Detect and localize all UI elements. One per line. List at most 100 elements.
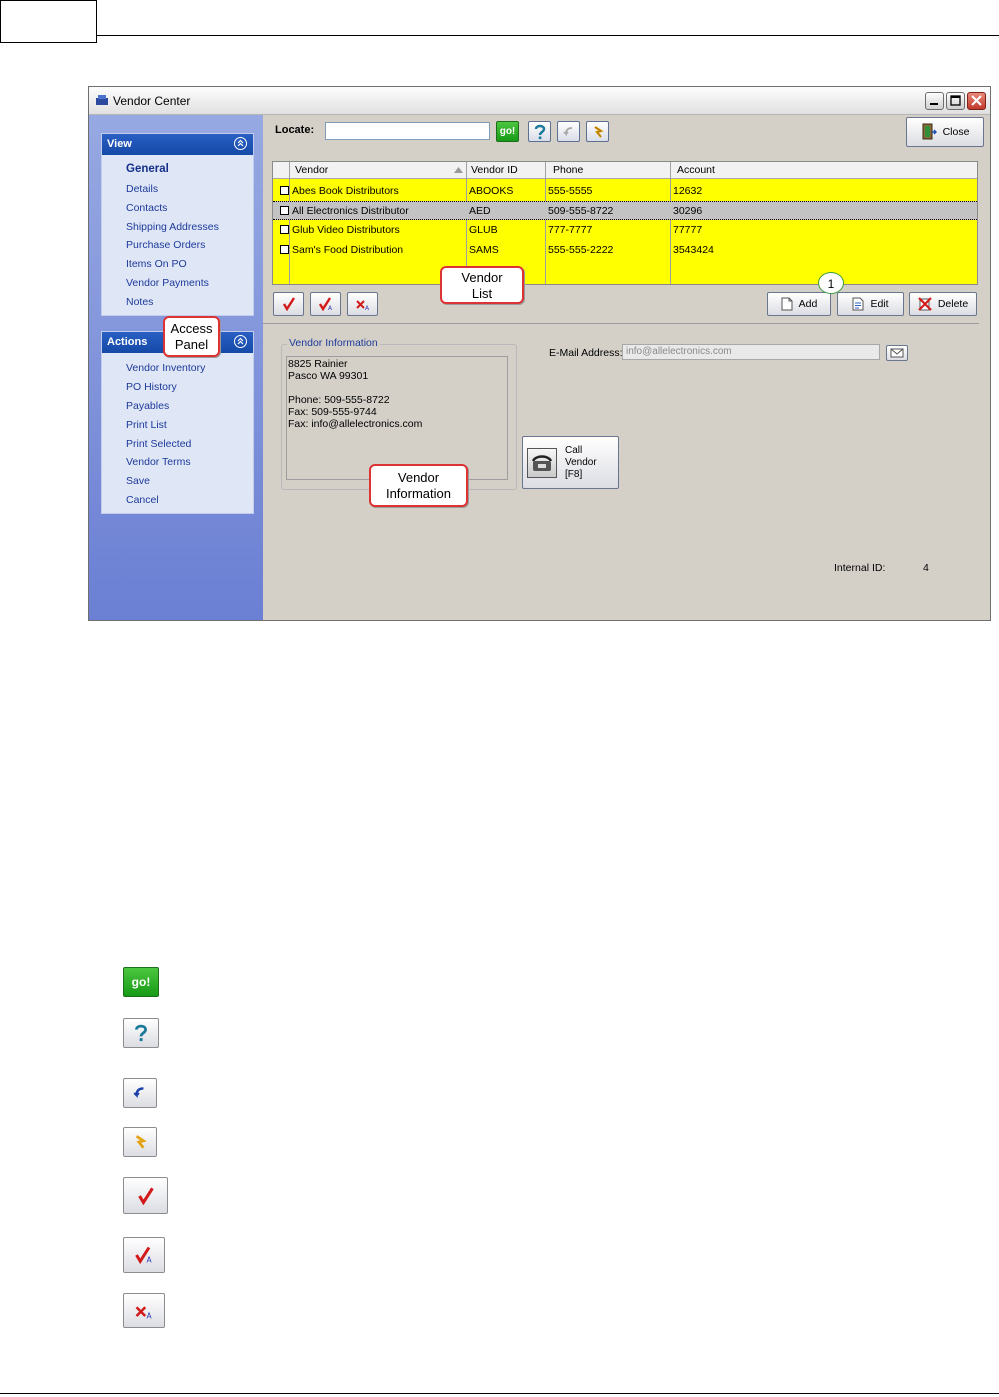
column-phone[interactable]: Phone [553,164,583,176]
callout-vendor-information: Vendor Information [369,464,468,507]
legend-uncheck-all-icon: A [123,1293,165,1328]
page-header-rule [97,35,999,36]
cell-vendor: Sam's Food Distribution [292,244,404,256]
action-payables[interactable]: Payables [126,400,169,412]
new-document-icon [781,297,793,311]
cell-phone: 509-555-8722 [548,205,614,217]
view-item-purchase-orders[interactable]: Purchase Orders [126,239,205,251]
view-item-vendor-payments[interactable]: Vendor Payments [126,277,209,289]
maximize-button[interactable] [946,92,965,110]
callout-line: Vendor [461,270,503,285]
row-checkbox[interactable] [280,186,289,195]
close-icon [971,95,982,106]
view-item-details[interactable]: Details [126,183,158,195]
uncheck-all-button[interactable]: A [347,292,378,316]
access-panel: View General Details Contacts Shipping A… [89,115,263,620]
action-po-history[interactable]: PO History [126,381,177,393]
call-vendor-label-line: [F8] [565,468,583,480]
cell-phone: 777-7777 [548,224,593,236]
call-vendor-label-line: Vendor [565,456,597,468]
refresh-icon [135,1135,147,1149]
collapse-icon[interactable] [234,137,247,150]
locate-label: Locate: [275,124,315,136]
action-print-list[interactable]: Print List [126,419,167,431]
delete-button-label: Delete [937,298,969,310]
add-button[interactable]: Add [767,292,831,316]
table-row[interactable]: All Electronics Distributor AED 509-555-… [273,201,977,220]
go-button-label: go! [499,126,516,137]
cell-phone: 555-555-2222 [548,244,614,256]
vendor-address-line: Pasco WA 99301 [288,370,369,382]
table-row[interactable]: Sam's Food Distribution SAMS 555-555-222… [273,241,977,260]
collapse-icon[interactable] [234,335,247,348]
callout-line: Vendor [397,470,440,485]
legend-back-icon [123,1078,157,1108]
view-item-shipping-addresses[interactable]: Shipping Addresses [126,221,219,233]
callout-access-panel: Access Panel [163,316,220,357]
call-vendor-button[interactable]: Call Vendor [F8] [522,436,619,489]
check-all-icon: A [318,297,333,311]
check-all-icon: A [135,1246,153,1264]
column-vendor-id[interactable]: Vendor ID [471,164,518,176]
column-account[interactable]: Account [677,164,715,176]
cell-vendor-id: AED [469,205,491,217]
close-button[interactable]: Close [906,117,984,147]
action-vendor-terms[interactable]: Vendor Terms [126,456,191,468]
check-icon [282,297,295,311]
table-row[interactable]: Glub Video Distributors GLUB 777-7777 77… [273,221,977,240]
callout-vendor-list: Vendor List [440,266,524,304]
vendor-fax-line: Fax: 509-555-9744 [288,406,377,418]
envelope-icon [890,348,904,358]
table-row[interactable]: Abes Book Distributors ABOOKS 555-5555 1… [273,182,977,201]
view-item-contacts[interactable]: Contacts [126,202,167,214]
vendor-phone-line: Phone: 509-555-8722 [288,394,390,406]
cell-vendor-id: GLUB [469,224,498,236]
locate-input[interactable] [325,122,490,140]
back-button[interactable] [557,121,580,142]
view-group: View General Details Contacts Shipping A… [101,133,254,316]
select-all-button[interactable] [273,292,304,316]
window-title: Vendor Center [113,94,191,108]
legend-go-label: go! [131,975,151,989]
row-checkbox[interactable] [280,245,289,254]
refresh-button[interactable] [586,121,609,142]
minimize-icon [930,103,938,105]
column-vendor[interactable]: Vendor [295,164,328,176]
email-field[interactable]: info@allelectronics.com [622,344,880,360]
question-icon [135,1024,147,1042]
close-button-label: Close [942,126,970,138]
help-button[interactable] [528,121,551,142]
cell-vendor: All Electronics Distributor [292,205,409,217]
view-group-header[interactable]: View [102,134,253,155]
grid-header: Vendor Vendor ID Phone Account [273,162,977,179]
legend-check-all-icon: A [123,1237,165,1273]
uncheck-all-icon: A [135,1305,153,1320]
action-cancel[interactable]: Cancel [126,494,159,506]
delete-button[interactable]: Delete [909,292,977,316]
row-checkbox[interactable] [280,206,289,215]
cell-vendor-id: SAMS [469,244,499,256]
legend-refresh-icon [123,1127,157,1157]
vendor-address-line: 8825 Rainier [288,358,348,370]
call-vendor-label: Call Vendor [F8] [565,445,597,481]
view-item-items-on-po[interactable]: Items On PO [126,258,187,270]
cell-account: 12632 [673,185,703,197]
edit-document-icon [852,297,864,311]
cell-account: 77777 [673,224,703,236]
edit-button[interactable]: Edit [837,292,904,316]
legend-check-icon [123,1177,168,1214]
window-close-button[interactable] [967,92,986,110]
maximize-icon [950,95,961,106]
view-item-general[interactable]: General [126,163,169,175]
send-email-button[interactable] [886,345,908,361]
minimize-button[interactable] [925,92,944,110]
view-item-notes[interactable]: Notes [126,296,153,308]
go-button[interactable]: go! [496,121,519,142]
cell-phone: 555-5555 [548,185,593,197]
action-save[interactable]: Save [126,475,150,487]
action-vendor-inventory[interactable]: Vendor Inventory [126,362,205,374]
row-checkbox[interactable] [280,225,289,234]
action-print-selected[interactable]: Print Selected [126,438,191,450]
check-all-button[interactable]: A [310,292,341,316]
back-arrow-icon [562,126,572,136]
